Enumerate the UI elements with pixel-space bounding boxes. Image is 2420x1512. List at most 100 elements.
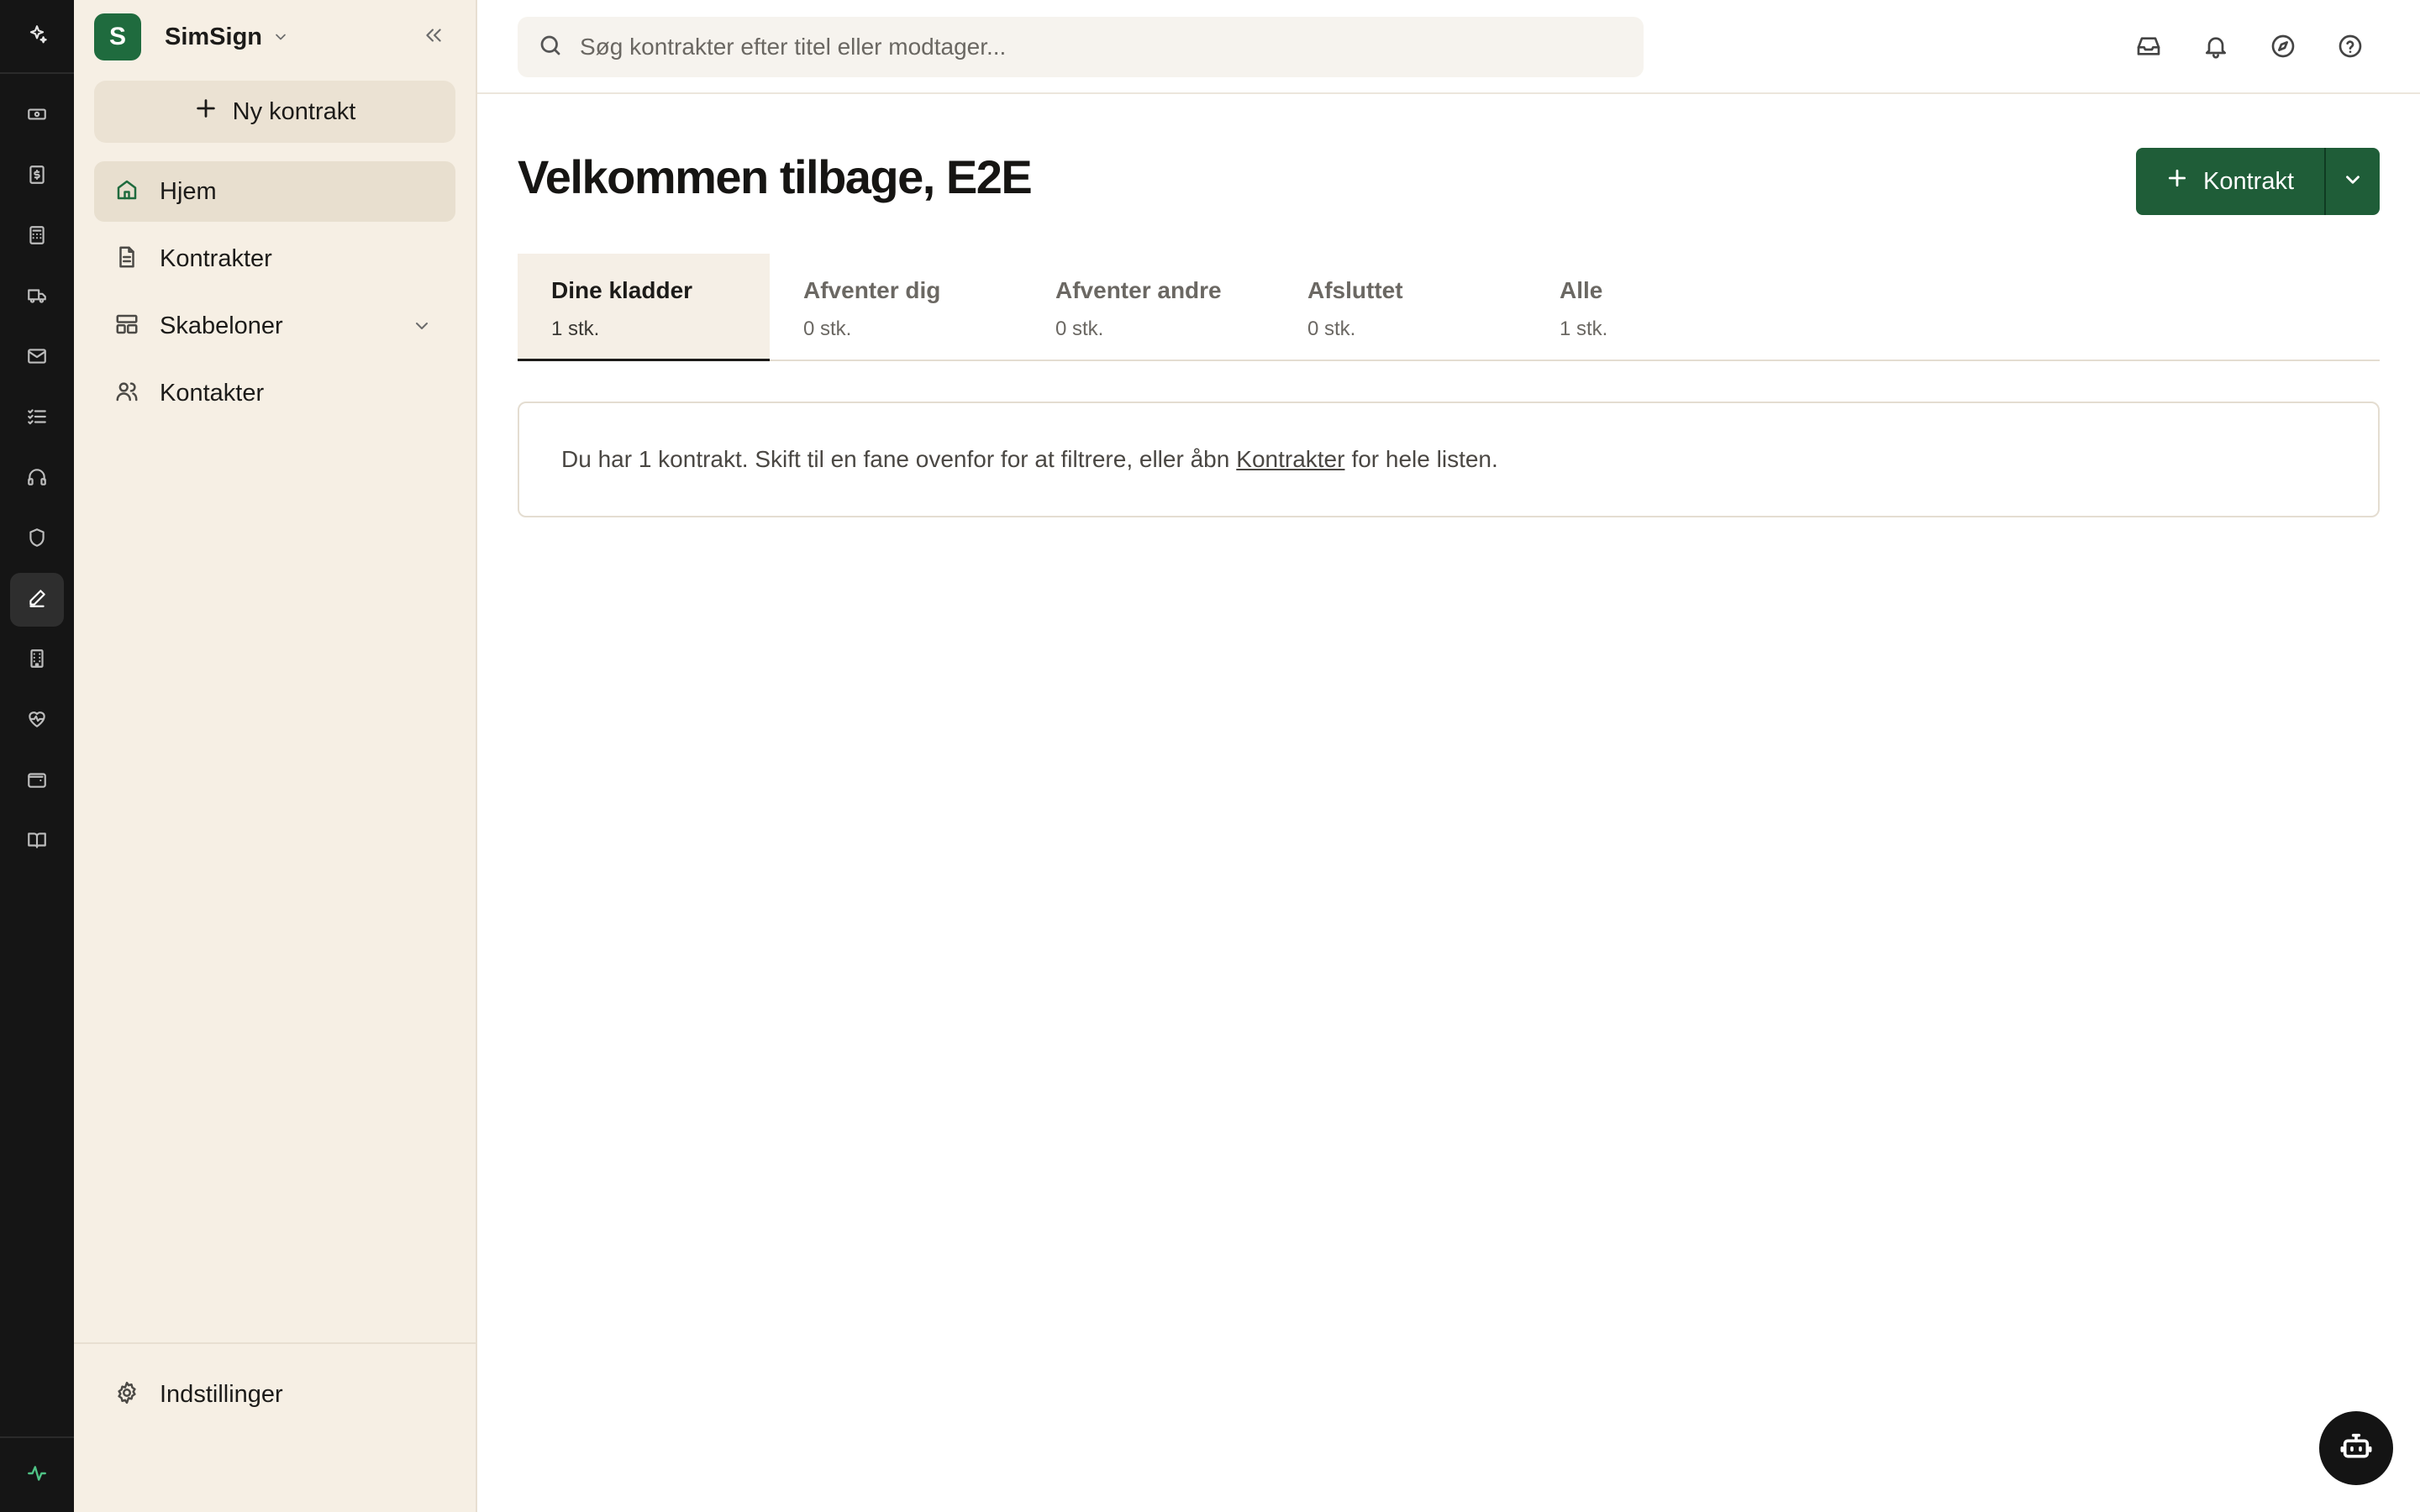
tab-count: 1 stk. xyxy=(1560,318,1608,340)
sidebar: S SimSign Ny kontrakt Hjem Kontrakter Sk… xyxy=(74,0,477,1512)
rail-item-heart-pulse[interactable] xyxy=(10,694,64,748)
chevron-down-icon[interactable] xyxy=(412,316,432,340)
assistant-button[interactable] xyxy=(2319,1411,2393,1485)
plus-icon xyxy=(2166,167,2203,196)
bell-icon xyxy=(2202,33,2229,64)
sidebar-item-templates[interactable]: Skabeloner xyxy=(94,296,455,356)
users-icon xyxy=(114,379,139,408)
main-content: Søg kontrakter efter titel eller modtage… xyxy=(477,0,2420,1512)
calculator-icon xyxy=(26,224,48,250)
tab-count: 0 stk. xyxy=(1307,318,1356,340)
sidebar-footer: Indstillinger xyxy=(74,1342,476,1512)
sidebar-item-home[interactable]: Hjem xyxy=(94,161,455,222)
sidebar-item-label: Skabeloner xyxy=(160,312,283,339)
dollar-document-icon xyxy=(26,164,48,190)
rail-item-headset[interactable] xyxy=(10,452,64,506)
plus-icon xyxy=(194,97,233,127)
tab-completed[interactable]: Afsluttet 0 stk. xyxy=(1274,254,1526,360)
tab-awaiting-you[interactable]: Afventer dig 0 stk. xyxy=(770,254,1022,360)
rail-item-mail[interactable] xyxy=(10,331,64,385)
banknote-icon xyxy=(26,103,48,129)
book-icon xyxy=(26,829,48,855)
chevrons-left-icon xyxy=(423,24,445,50)
chevron-down-icon xyxy=(2342,169,2364,195)
page-title: Velkommen tilbage, E2E xyxy=(518,150,1033,203)
headset-icon xyxy=(26,466,48,492)
create-contract-button[interactable]: Kontrakt xyxy=(2136,148,2324,215)
new-contract-button[interactable]: Ny kontrakt xyxy=(94,81,455,143)
truck-icon xyxy=(26,285,48,311)
sidebar-item-settings[interactable]: Indstillinger xyxy=(94,1364,455,1425)
tab-count: 1 stk. xyxy=(551,318,600,340)
help-circle-icon xyxy=(2337,33,2364,64)
info-card: Du har 1 kontrakt. Skift til en fane ove… xyxy=(518,402,2380,517)
contracts-link[interactable]: Kontrakter xyxy=(1236,446,1344,473)
home-icon xyxy=(114,177,139,207)
info-text-before: Du har 1 kontrakt. Skift til en fane ove… xyxy=(561,446,1230,472)
app-rail xyxy=(0,0,74,1512)
settings-label: Indstillinger xyxy=(160,1380,283,1408)
rail-item-banknote[interactable] xyxy=(10,89,64,143)
sidebar-item-label: Kontakter xyxy=(160,379,265,407)
tab-label: Alle xyxy=(1560,277,1603,303)
contract-tabs: Dine kladder 1 stk. Afventer dig 0 stk. … xyxy=(518,254,2380,361)
wallet-icon xyxy=(26,769,48,795)
rail-status[interactable] xyxy=(0,1436,74,1512)
info-text-after: for hele listen. xyxy=(1351,446,1498,472)
collapse-sidebar-button[interactable] xyxy=(418,22,449,52)
document-icon xyxy=(114,244,139,274)
sidebar-nav: Hjem Kontrakter Skabeloner Kontakter xyxy=(74,161,476,423)
sidebar-item-contacts[interactable]: Kontakter xyxy=(94,363,455,423)
sidebar-item-contracts[interactable]: Kontrakter xyxy=(94,228,455,289)
workspace-switcher[interactable]: S SimSign xyxy=(74,0,476,74)
workspace-name: SimSign xyxy=(165,23,263,50)
rail-item-building[interactable] xyxy=(10,633,64,687)
heart-pulse-icon xyxy=(26,708,48,734)
rail-item-shield[interactable] xyxy=(10,512,64,566)
contract-options-button[interactable] xyxy=(2326,148,2380,215)
compass-icon xyxy=(2270,33,2296,64)
layout-template-icon xyxy=(114,312,139,341)
sidebar-item-label: Hjem xyxy=(160,177,217,205)
rail-logo[interactable] xyxy=(0,0,74,74)
rail-item-pen[interactable] xyxy=(10,573,64,627)
search-icon xyxy=(538,33,563,62)
rail-item-calculator[interactable] xyxy=(10,210,64,264)
bot-icon xyxy=(2339,1430,2373,1467)
mail-icon xyxy=(26,345,48,371)
explore-button[interactable] xyxy=(2264,29,2302,67)
chevron-down-icon xyxy=(272,29,289,45)
gear-icon xyxy=(114,1380,139,1410)
rail-item-checklist[interactable] xyxy=(10,391,64,445)
create-contract-label: Kontrakt xyxy=(2203,167,2294,195)
rail-item-book[interactable] xyxy=(10,815,64,869)
sidebar-item-label: Kontrakter xyxy=(160,244,272,272)
tab-label: Afventer andre xyxy=(1055,277,1222,303)
inbox-icon xyxy=(2135,33,2162,64)
inbox-button[interactable] xyxy=(2129,29,2168,67)
notifications-button[interactable] xyxy=(2196,29,2235,67)
new-contract-label: Ny kontrakt xyxy=(232,97,356,125)
tab-count: 0 stk. xyxy=(803,318,852,340)
app-shell: S SimSign Ny kontrakt Hjem Kontrakter Sk… xyxy=(0,0,2420,1512)
workspace-logo: S xyxy=(94,13,141,60)
top-bar: Søg kontrakter efter titel eller modtage… xyxy=(477,0,2420,94)
activity-icon xyxy=(26,1462,48,1488)
tab-awaiting-others[interactable]: Afventer andre 0 stk. xyxy=(1022,254,1274,360)
contract-split-button: Kontrakt xyxy=(2136,148,2380,215)
tab-label: Dine kladder xyxy=(551,277,693,303)
rail-item-dollar-document[interactable] xyxy=(10,150,64,203)
search-placeholder: Søg kontrakter efter titel eller modtage… xyxy=(580,34,1007,60)
top-actions xyxy=(2101,29,2370,67)
rail-item-wallet[interactable] xyxy=(10,754,64,808)
tab-count: 0 stk. xyxy=(1055,318,1104,340)
rail-item-truck[interactable] xyxy=(10,270,64,324)
search-input[interactable]: Søg kontrakter efter titel eller modtage… xyxy=(518,17,1644,77)
pen-icon xyxy=(26,587,48,613)
help-button[interactable] xyxy=(2331,29,2370,67)
sparkle-icon xyxy=(26,24,48,50)
tab-label: Afventer dig xyxy=(803,277,941,303)
tab-all[interactable]: Alle 1 stk. xyxy=(1526,254,1778,360)
tab-drafts[interactable]: Dine kladder 1 stk. xyxy=(518,254,770,361)
checklist-icon xyxy=(26,406,48,432)
